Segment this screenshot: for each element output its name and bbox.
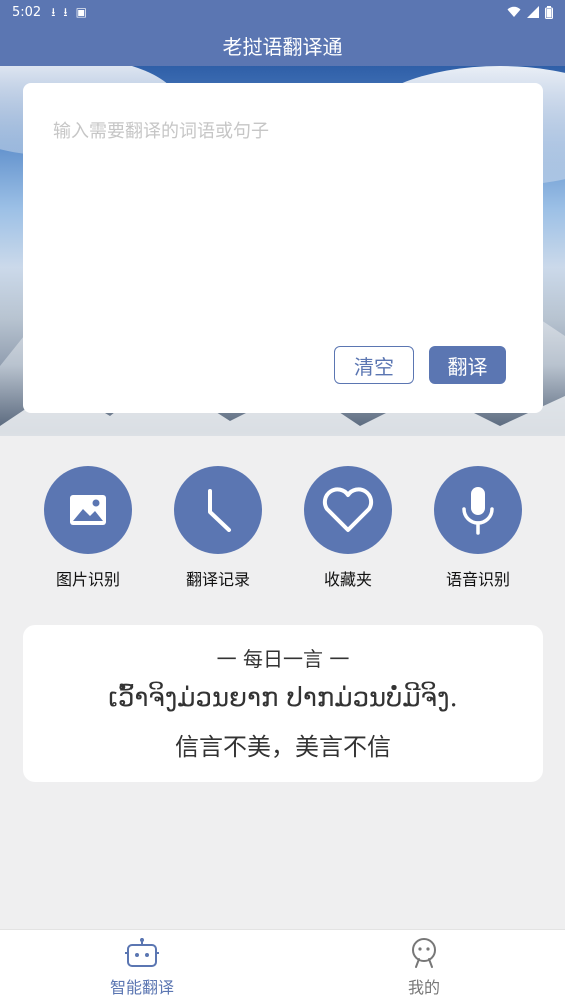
battery-icon <box>545 5 553 19</box>
signal-icon <box>527 6 539 18</box>
robot-icon <box>125 938 159 967</box>
feature-label: 收藏夹 <box>323 570 372 589</box>
feature-image-recognition[interactable]: 图片识别 <box>28 466 148 590</box>
translation-input[interactable] <box>53 117 513 317</box>
download-icon: ⭳ <box>51 5 56 19</box>
daily-quote-title: 一 每日一言 一 <box>216 647 350 671</box>
heart-icon[interactable] <box>304 466 392 554</box>
app-header: 老挝语翻译通 <box>0 24 565 66</box>
feature-row: 图片识别 翻译记录 收藏夹 语音识别 <box>0 466 565 596</box>
nav-item-my[interactable]: 我的 <box>334 938 514 998</box>
clock-icon[interactable] <box>174 466 262 554</box>
bottom-navigation: 智能翻译 我的 <box>0 929 565 1004</box>
download-icon: ⭳ <box>63 5 68 19</box>
daily-quote-card: 一 每日一言 一 ເວົ້າຈິງມ່ວນຍາກ ປາກມ່ວນບໍ່ມີຈິງ… <box>23 625 543 782</box>
nav-label: 智能翻译 <box>109 978 174 997</box>
feature-translation-history[interactable]: 翻译记录 <box>158 466 278 590</box>
feature-voice-recognition[interactable]: 语音识别 <box>418 466 538 590</box>
app-icon: ▣ <box>75 5 87 19</box>
image-icon[interactable] <box>44 466 132 554</box>
daily-quote-lao: ເວົ້າຈິງມ່ວນຍາກ ປາກມ່ວນບໍ່ມີຈິງ. <box>108 683 458 713</box>
nav-label: 我的 <box>407 978 440 997</box>
translation-input-card: 清空 翻译 <box>23 83 543 413</box>
wifi-icon <box>507 6 521 17</box>
microphone-icon[interactable] <box>434 466 522 554</box>
nav-item-smart-translate[interactable]: 智能翻译 <box>52 938 232 998</box>
clear-button[interactable]: 清空 <box>334 346 414 384</box>
translate-button[interactable]: 翻译 <box>429 346 506 384</box>
feature-label: 图片识别 <box>55 570 120 589</box>
status-time: 5:02 <box>12 4 42 20</box>
feature-favorites[interactable]: 收藏夹 <box>288 466 408 590</box>
page-title: 老挝语翻译通 <box>222 34 343 59</box>
user-icon <box>412 938 436 968</box>
feature-label: 语音识别 <box>445 570 510 589</box>
status-bar: 5:02 ⭳ ⭳ ▣ <box>0 0 565 24</box>
daily-quote-chinese: 信言不美，美言不信 <box>175 733 391 761</box>
feature-label: 翻译记录 <box>185 570 250 589</box>
